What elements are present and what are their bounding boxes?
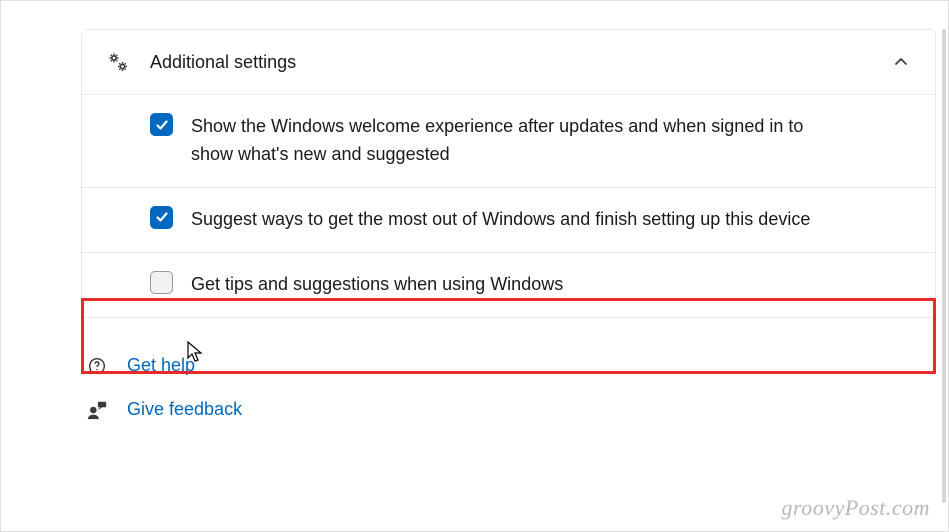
watermark: groovyPost.com (781, 495, 930, 521)
get-help-text: Get help (127, 355, 195, 376)
scrollbar[interactable] (942, 29, 946, 503)
setting-row: Suggest ways to get the most out of Wind… (82, 188, 935, 253)
setting-label: Suggest ways to get the most out of Wind… (191, 206, 810, 234)
give-feedback-text: Give feedback (127, 399, 242, 420)
setting-label: Get tips and suggestions when using Wind… (191, 271, 563, 299)
chevron-up-icon (891, 52, 911, 72)
setting-row: Get tips and suggestions when using Wind… (82, 253, 935, 317)
setting-row: Show the Windows welcome experience afte… (82, 95, 935, 188)
additional-settings-panel: Additional settings Show the Windows wel… (81, 29, 936, 318)
feedback-icon (85, 398, 109, 422)
checkbox-suggest-ways[interactable] (150, 206, 173, 229)
additional-settings-header[interactable]: Additional settings (82, 30, 935, 95)
get-help-link[interactable]: Get help (85, 354, 936, 378)
checkbox-get-tips[interactable] (150, 271, 173, 294)
checkbox-welcome-experience[interactable] (150, 113, 173, 136)
panel-title: Additional settings (150, 52, 891, 73)
help-icon (85, 354, 109, 378)
settings-gears-icon (104, 50, 132, 74)
setting-label: Show the Windows welcome experience afte… (191, 113, 831, 169)
give-feedback-link[interactable]: Give feedback (85, 398, 936, 422)
